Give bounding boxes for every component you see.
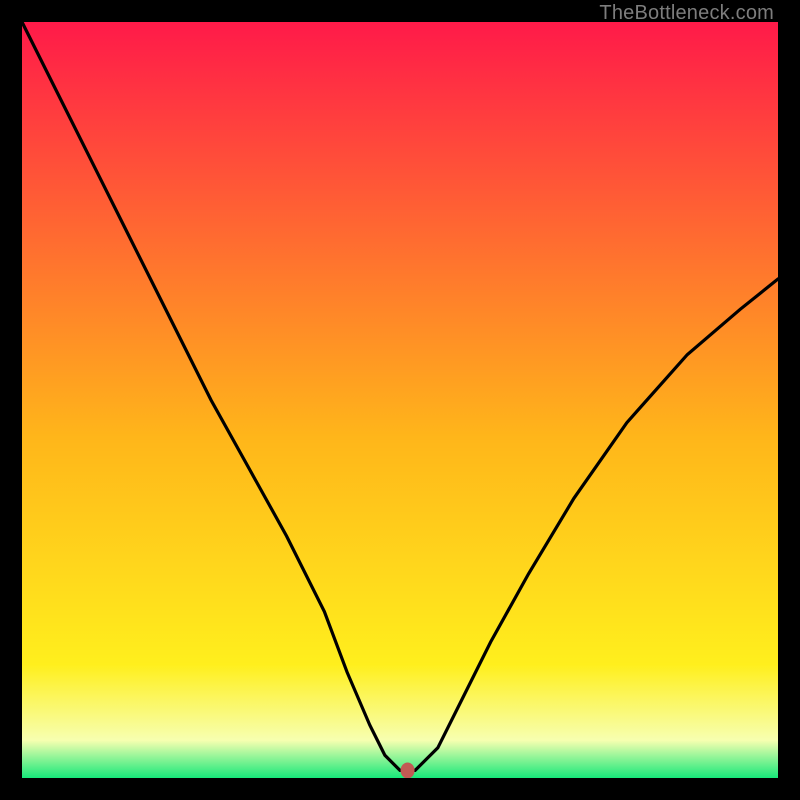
- optimum-marker: [401, 762, 415, 778]
- bottleneck-chart: [22, 22, 778, 778]
- gradient-background: [22, 22, 778, 778]
- chart-frame: { "watermark": "TheBottleneck.com", "col…: [0, 0, 800, 800]
- plot-area: [22, 22, 778, 778]
